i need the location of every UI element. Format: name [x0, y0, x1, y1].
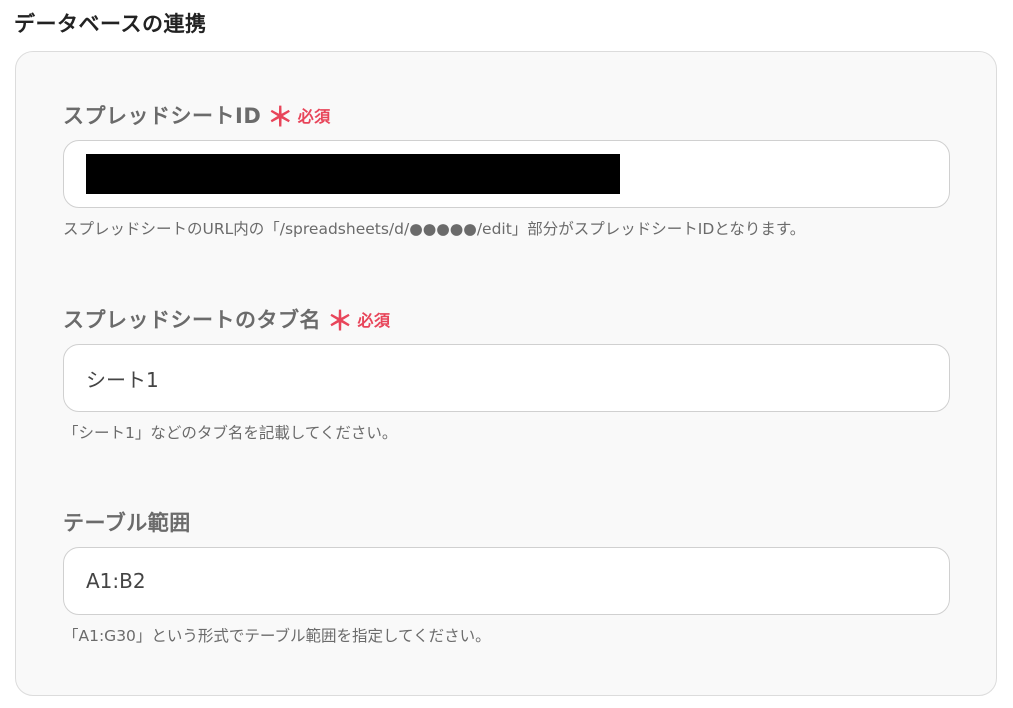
table-range-value: A1:B2 [86, 569, 146, 593]
redacted-value [86, 154, 620, 194]
tab-name-label-row: スプレッドシートのタブ名 ＊ 必須 [63, 304, 952, 337]
spreadsheet-id-label-row: スプレッドシートID ＊ 必須 [63, 100, 952, 133]
table-range-help: 「A1:G30」という形式でテーブル範囲を指定してください。 [63, 627, 491, 645]
spreadsheet-id-help: スプレッドシートのURL内の「/spreadsheets/d/●●●●●/edi… [63, 220, 806, 238]
required-asterisk-icon: ＊ [327, 307, 354, 337]
database-connection-panel: スプレッドシートID ＊ 必須 スプレッドシートのURL内の「/spreadsh… [15, 51, 997, 696]
required-badge: 必須 [297, 107, 331, 126]
required-badge: 必須 [357, 311, 391, 330]
table-range-label: テーブル範囲 [63, 511, 191, 535]
spreadsheet-id-label: スプレッドシートID [63, 104, 262, 128]
tab-name-input[interactable]: シート1 [63, 344, 950, 412]
tab-name-help: 「シート1」などのタブ名を記載してください。 [63, 424, 398, 442]
required-asterisk-icon: ＊ [267, 103, 294, 133]
table-range-field: テーブル範囲 A1:B2 「A1:G30」という形式でテーブル範囲を指定してくだ… [63, 507, 952, 646]
tab-name-field: スプレッドシートのタブ名 ＊ 必須 シート1 「シート1」などのタブ名を記載して… [63, 304, 952, 443]
table-range-label-row: テーブル範囲 [63, 507, 952, 537]
spreadsheet-id-field: スプレッドシートID ＊ 必須 スプレッドシートのURL内の「/spreadsh… [63, 100, 952, 239]
tab-name-label: スプレッドシートのタブ名 [63, 308, 321, 332]
section-title: データベースの連携 [14, 12, 207, 36]
tab-name-value: シート1 [86, 367, 159, 392]
spreadsheet-id-input[interactable] [63, 140, 950, 208]
table-range-input[interactable]: A1:B2 [63, 547, 950, 615]
